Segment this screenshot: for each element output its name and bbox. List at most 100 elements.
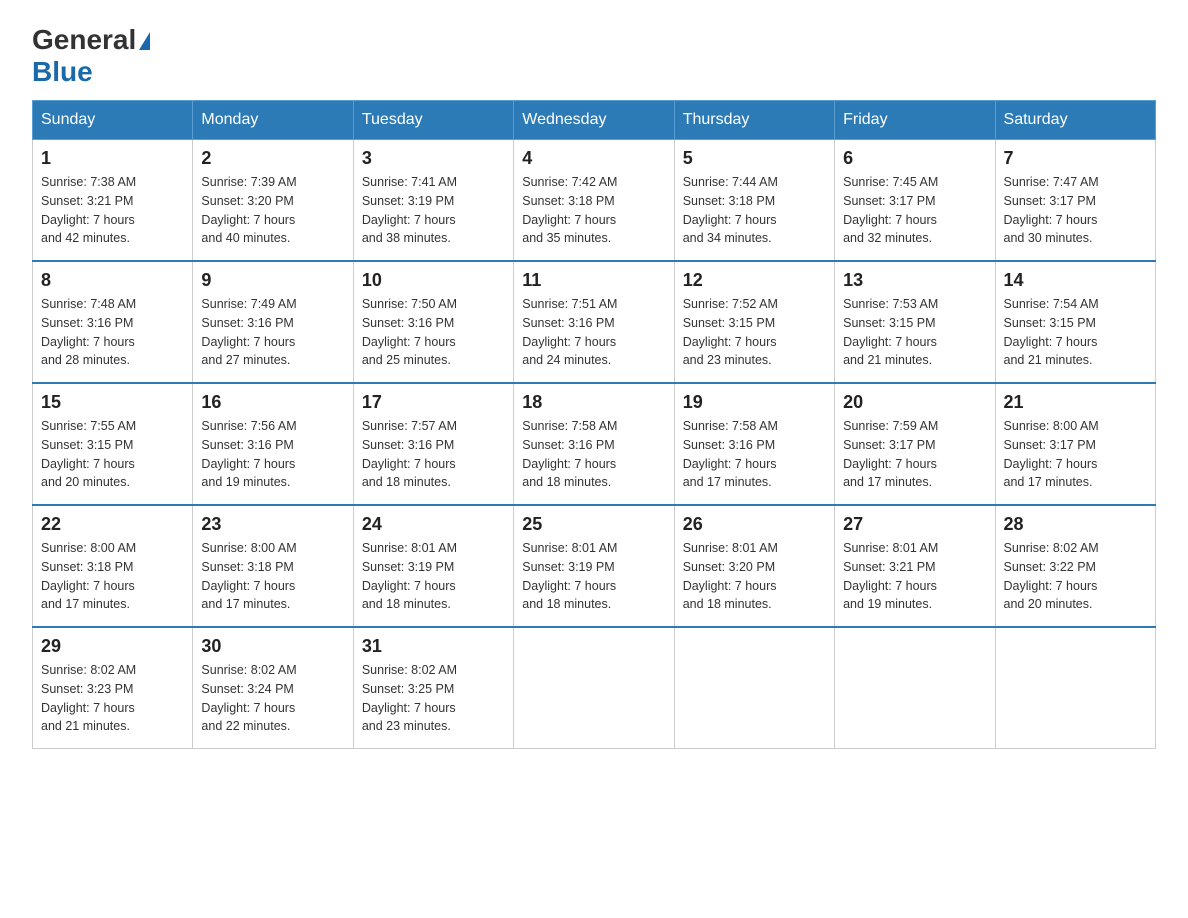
day-number: 10 — [362, 270, 505, 291]
day-number: 24 — [362, 514, 505, 535]
logo-general-text: General — [32, 24, 136, 56]
day-info: Sunrise: 7:48 AM Sunset: 3:16 PM Dayligh… — [41, 295, 184, 370]
day-info: Sunrise: 7:50 AM Sunset: 3:16 PM Dayligh… — [362, 295, 505, 370]
day-number: 3 — [362, 148, 505, 169]
day-number: 30 — [201, 636, 344, 657]
day-info: Sunrise: 8:01 AM Sunset: 3:19 PM Dayligh… — [362, 539, 505, 614]
calendar-cell: 9 Sunrise: 7:49 AM Sunset: 3:16 PM Dayli… — [193, 261, 353, 383]
day-number: 2 — [201, 148, 344, 169]
day-number: 22 — [41, 514, 184, 535]
day-info: Sunrise: 7:45 AM Sunset: 3:17 PM Dayligh… — [843, 173, 986, 248]
calendar-cell: 31 Sunrise: 8:02 AM Sunset: 3:25 PM Dayl… — [353, 627, 513, 749]
calendar-cell — [995, 627, 1155, 749]
weekday-header-saturday: Saturday — [995, 101, 1155, 140]
day-info: Sunrise: 8:02 AM Sunset: 3:22 PM Dayligh… — [1004, 539, 1147, 614]
day-number: 8 — [41, 270, 184, 291]
day-info: Sunrise: 7:55 AM Sunset: 3:15 PM Dayligh… — [41, 417, 184, 492]
calendar-cell: 12 Sunrise: 7:52 AM Sunset: 3:15 PM Dayl… — [674, 261, 834, 383]
day-number: 19 — [683, 392, 826, 413]
day-number: 7 — [1004, 148, 1147, 169]
day-info: Sunrise: 7:54 AM Sunset: 3:15 PM Dayligh… — [1004, 295, 1147, 370]
calendar-cell: 11 Sunrise: 7:51 AM Sunset: 3:16 PM Dayl… — [514, 261, 674, 383]
calendar-cell: 3 Sunrise: 7:41 AM Sunset: 3:19 PM Dayli… — [353, 140, 513, 262]
day-info: Sunrise: 7:38 AM Sunset: 3:21 PM Dayligh… — [41, 173, 184, 248]
calendar-cell: 14 Sunrise: 7:54 AM Sunset: 3:15 PM Dayl… — [995, 261, 1155, 383]
logo: General Blue — [32, 24, 150, 88]
calendar-cell — [835, 627, 995, 749]
day-info: Sunrise: 8:01 AM Sunset: 3:21 PM Dayligh… — [843, 539, 986, 614]
day-info: Sunrise: 7:49 AM Sunset: 3:16 PM Dayligh… — [201, 295, 344, 370]
calendar-week-row: 1 Sunrise: 7:38 AM Sunset: 3:21 PM Dayli… — [33, 140, 1156, 262]
day-number: 1 — [41, 148, 184, 169]
day-number: 28 — [1004, 514, 1147, 535]
day-number: 20 — [843, 392, 986, 413]
calendar-cell: 19 Sunrise: 7:58 AM Sunset: 3:16 PM Dayl… — [674, 383, 834, 505]
weekday-header-wednesday: Wednesday — [514, 101, 674, 140]
day-number: 21 — [1004, 392, 1147, 413]
calendar-cell: 6 Sunrise: 7:45 AM Sunset: 3:17 PM Dayli… — [835, 140, 995, 262]
day-info: Sunrise: 7:52 AM Sunset: 3:15 PM Dayligh… — [683, 295, 826, 370]
page-header: General Blue — [32, 24, 1156, 88]
day-info: Sunrise: 8:01 AM Sunset: 3:20 PM Dayligh… — [683, 539, 826, 614]
day-info: Sunrise: 7:53 AM Sunset: 3:15 PM Dayligh… — [843, 295, 986, 370]
calendar-cell: 17 Sunrise: 7:57 AM Sunset: 3:16 PM Dayl… — [353, 383, 513, 505]
day-number: 17 — [362, 392, 505, 413]
day-number: 18 — [522, 392, 665, 413]
calendar-week-row: 29 Sunrise: 8:02 AM Sunset: 3:23 PM Dayl… — [33, 627, 1156, 749]
day-number: 26 — [683, 514, 826, 535]
day-number: 31 — [362, 636, 505, 657]
calendar-cell: 26 Sunrise: 8:01 AM Sunset: 3:20 PM Dayl… — [674, 505, 834, 627]
day-info: Sunrise: 7:41 AM Sunset: 3:19 PM Dayligh… — [362, 173, 505, 248]
day-info: Sunrise: 7:47 AM Sunset: 3:17 PM Dayligh… — [1004, 173, 1147, 248]
calendar-cell: 1 Sunrise: 7:38 AM Sunset: 3:21 PM Dayli… — [33, 140, 193, 262]
day-number: 6 — [843, 148, 986, 169]
day-number: 15 — [41, 392, 184, 413]
day-number: 9 — [201, 270, 344, 291]
calendar-cell: 8 Sunrise: 7:48 AM Sunset: 3:16 PM Dayli… — [33, 261, 193, 383]
weekday-header-row: SundayMondayTuesdayWednesdayThursdayFrid… — [33, 101, 1156, 140]
calendar-week-row: 15 Sunrise: 7:55 AM Sunset: 3:15 PM Dayl… — [33, 383, 1156, 505]
calendar-cell: 20 Sunrise: 7:59 AM Sunset: 3:17 PM Dayl… — [835, 383, 995, 505]
day-number: 12 — [683, 270, 826, 291]
day-info: Sunrise: 7:58 AM Sunset: 3:16 PM Dayligh… — [522, 417, 665, 492]
day-info: Sunrise: 7:42 AM Sunset: 3:18 PM Dayligh… — [522, 173, 665, 248]
day-info: Sunrise: 7:57 AM Sunset: 3:16 PM Dayligh… — [362, 417, 505, 492]
calendar-cell — [674, 627, 834, 749]
day-info: Sunrise: 8:00 AM Sunset: 3:18 PM Dayligh… — [201, 539, 344, 614]
day-info: Sunrise: 8:00 AM Sunset: 3:18 PM Dayligh… — [41, 539, 184, 614]
calendar-cell: 23 Sunrise: 8:00 AM Sunset: 3:18 PM Dayl… — [193, 505, 353, 627]
day-number: 14 — [1004, 270, 1147, 291]
day-info: Sunrise: 8:01 AM Sunset: 3:19 PM Dayligh… — [522, 539, 665, 614]
weekday-header-sunday: Sunday — [33, 101, 193, 140]
day-info: Sunrise: 7:51 AM Sunset: 3:16 PM Dayligh… — [522, 295, 665, 370]
day-number: 25 — [522, 514, 665, 535]
day-number: 29 — [41, 636, 184, 657]
weekday-header-monday: Monday — [193, 101, 353, 140]
calendar-cell: 28 Sunrise: 8:02 AM Sunset: 3:22 PM Dayl… — [995, 505, 1155, 627]
day-info: Sunrise: 8:02 AM Sunset: 3:23 PM Dayligh… — [41, 661, 184, 736]
calendar-cell: 24 Sunrise: 8:01 AM Sunset: 3:19 PM Dayl… — [353, 505, 513, 627]
calendar-cell: 10 Sunrise: 7:50 AM Sunset: 3:16 PM Dayl… — [353, 261, 513, 383]
calendar-cell: 15 Sunrise: 7:55 AM Sunset: 3:15 PM Dayl… — [33, 383, 193, 505]
day-info: Sunrise: 8:02 AM Sunset: 3:24 PM Dayligh… — [201, 661, 344, 736]
calendar-cell: 13 Sunrise: 7:53 AM Sunset: 3:15 PM Dayl… — [835, 261, 995, 383]
day-info: Sunrise: 8:02 AM Sunset: 3:25 PM Dayligh… — [362, 661, 505, 736]
calendar-cell: 7 Sunrise: 7:47 AM Sunset: 3:17 PM Dayli… — [995, 140, 1155, 262]
day-number: 4 — [522, 148, 665, 169]
calendar-cell: 18 Sunrise: 7:58 AM Sunset: 3:16 PM Dayl… — [514, 383, 674, 505]
calendar-cell: 27 Sunrise: 8:01 AM Sunset: 3:21 PM Dayl… — [835, 505, 995, 627]
calendar-cell: 2 Sunrise: 7:39 AM Sunset: 3:20 PM Dayli… — [193, 140, 353, 262]
day-number: 11 — [522, 270, 665, 291]
weekday-header-tuesday: Tuesday — [353, 101, 513, 140]
weekday-header-thursday: Thursday — [674, 101, 834, 140]
day-info: Sunrise: 7:56 AM Sunset: 3:16 PM Dayligh… — [201, 417, 344, 492]
day-number: 5 — [683, 148, 826, 169]
day-info: Sunrise: 7:59 AM Sunset: 3:17 PM Dayligh… — [843, 417, 986, 492]
calendar-table: SundayMondayTuesdayWednesdayThursdayFrid… — [32, 100, 1156, 749]
logo-blue-text: Blue — [32, 56, 93, 87]
calendar-cell: 22 Sunrise: 8:00 AM Sunset: 3:18 PM Dayl… — [33, 505, 193, 627]
calendar-cell: 25 Sunrise: 8:01 AM Sunset: 3:19 PM Dayl… — [514, 505, 674, 627]
day-number: 13 — [843, 270, 986, 291]
day-number: 16 — [201, 392, 344, 413]
calendar-cell: 4 Sunrise: 7:42 AM Sunset: 3:18 PM Dayli… — [514, 140, 674, 262]
